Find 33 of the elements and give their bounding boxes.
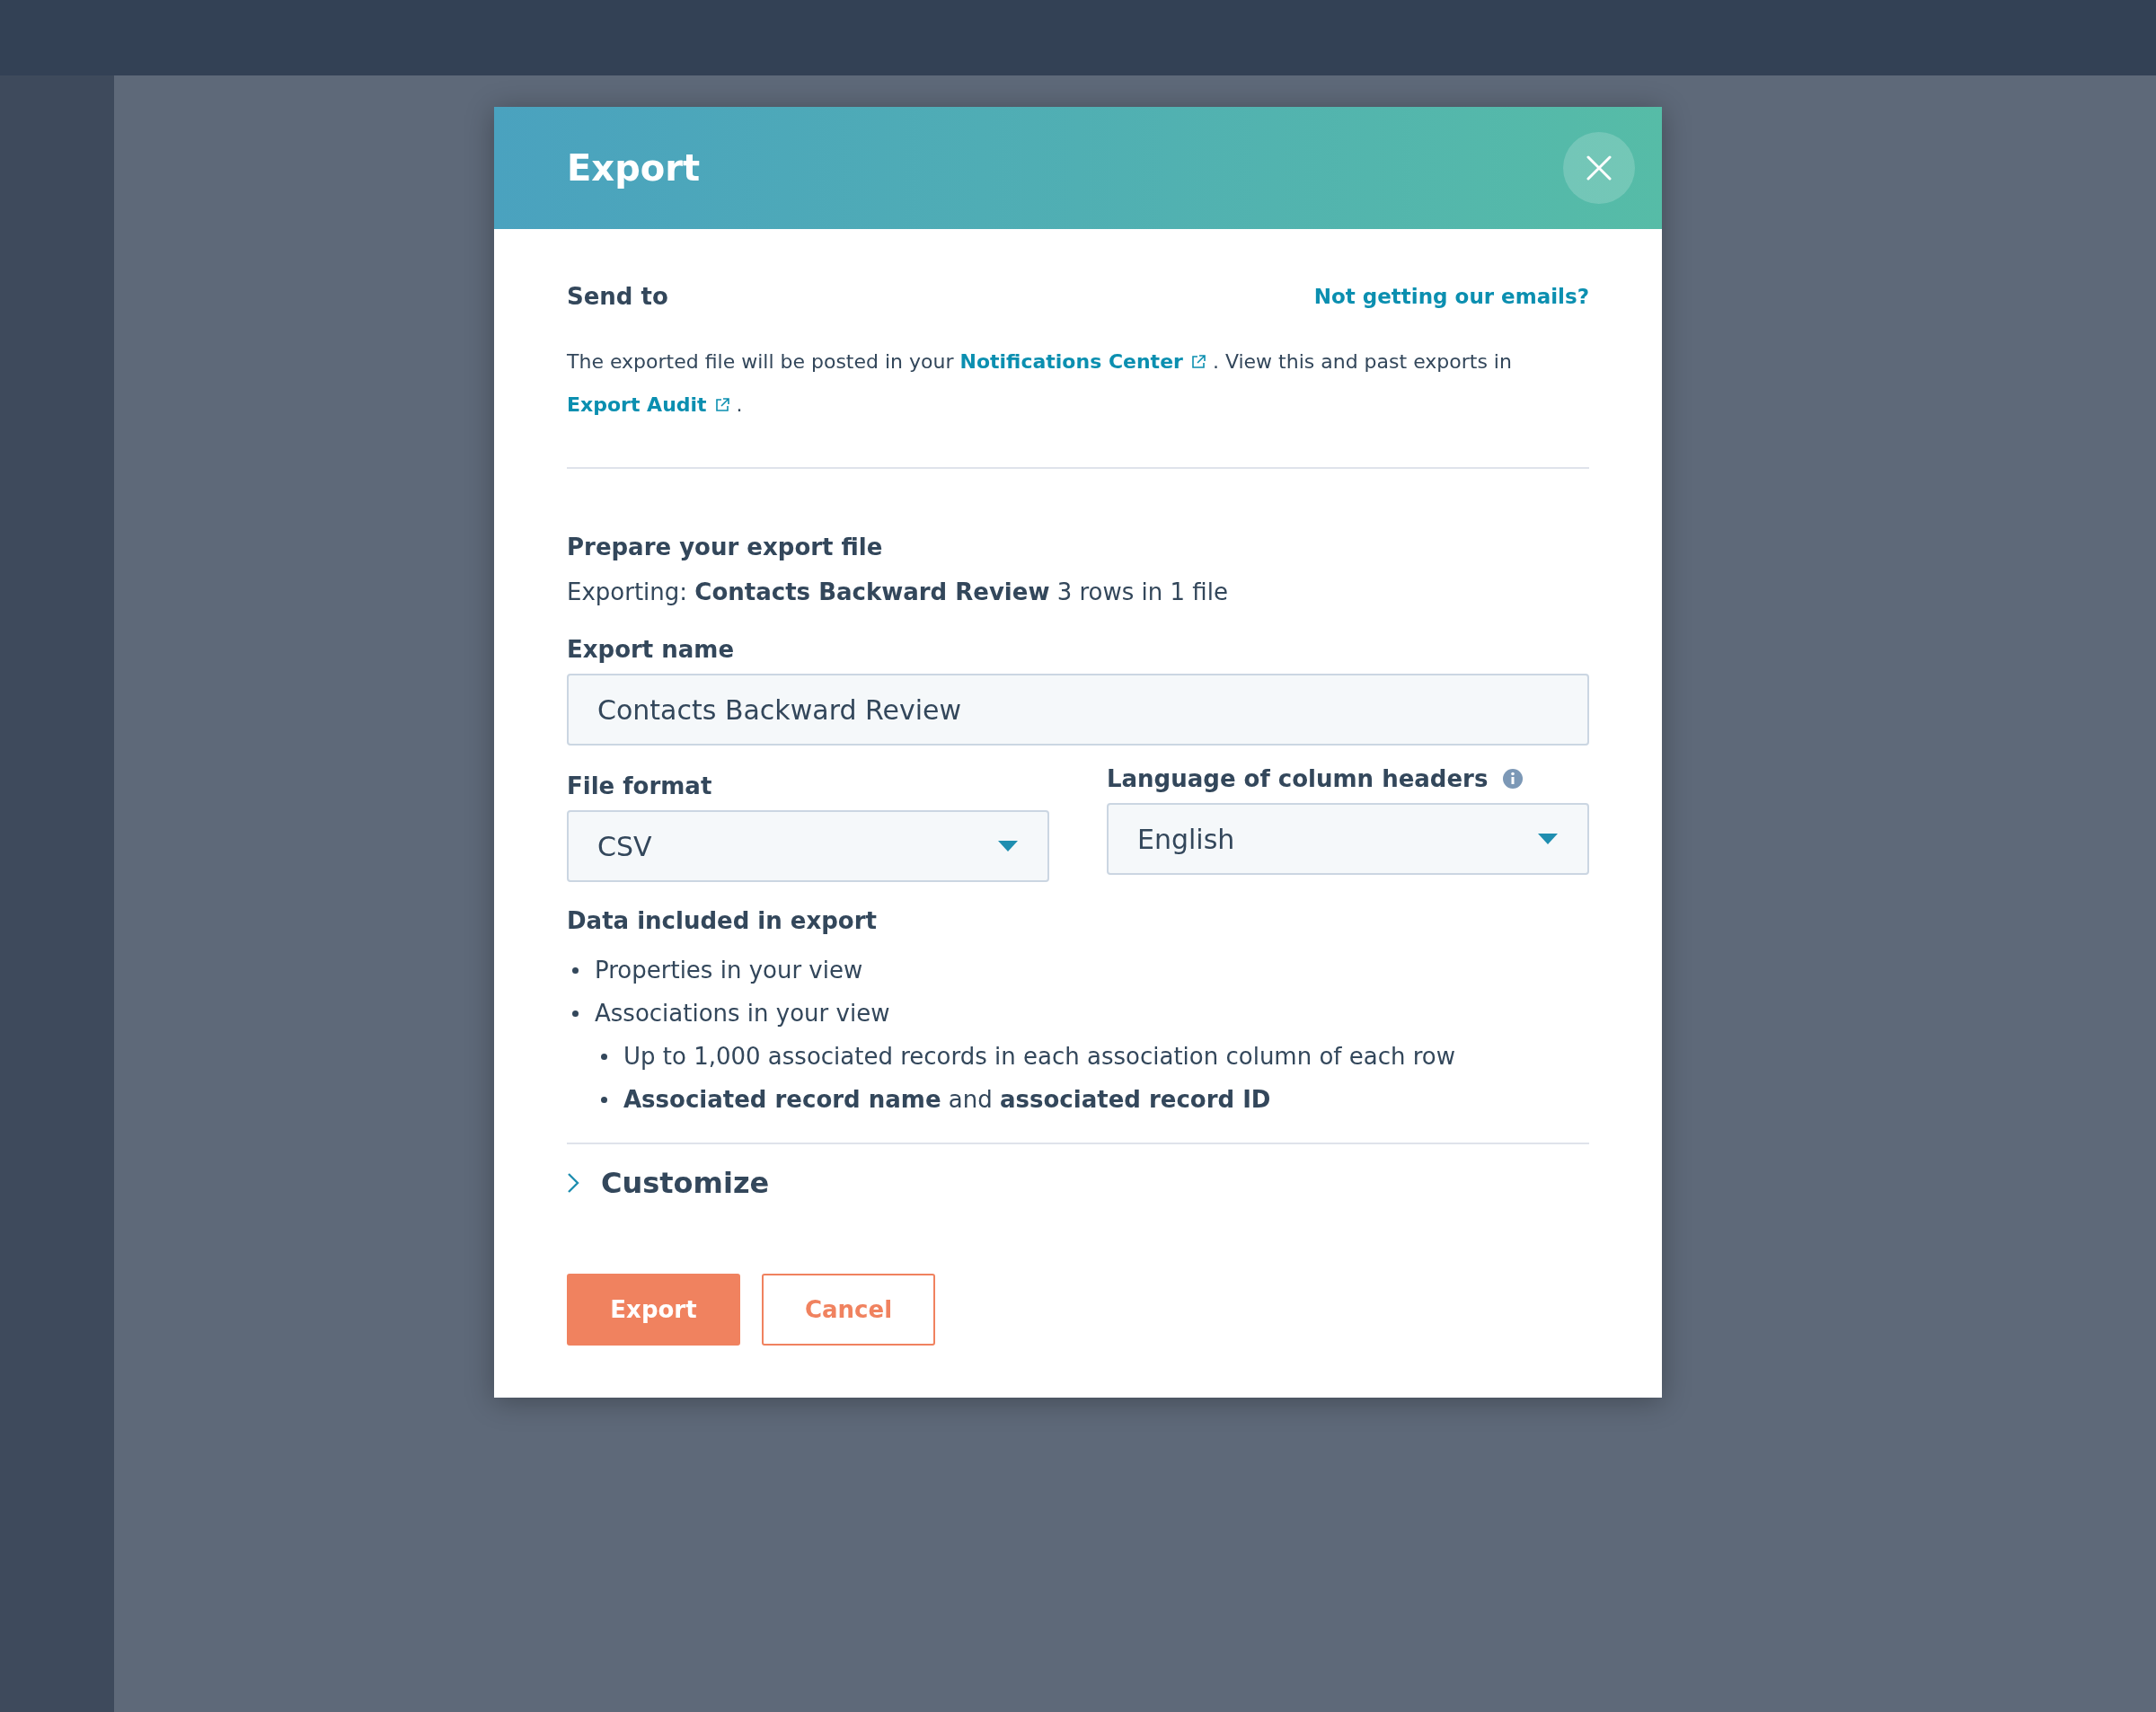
field-label: Language of column headers bbox=[1107, 765, 1489, 792]
export-name-field[interactable]: Contacts Backward Review bbox=[567, 674, 1589, 746]
section-heading: Prepare your export file bbox=[567, 534, 884, 560]
help-link[interactable]: Not getting our emails? bbox=[1313, 285, 1589, 308]
list-item: Associated record name and associated record ID bbox=[623, 1086, 1271, 1113]
chevron-icon bbox=[567, 1172, 579, 1194]
notification-link[interactable]: Notifications Center bbox=[959, 340, 1206, 384]
field-label: Export name bbox=[567, 636, 736, 663]
external-link-icon bbox=[713, 397, 730, 413]
caret-icon bbox=[997, 840, 1019, 852]
section-heading: Data included in export bbox=[567, 907, 878, 934]
dialog-title: Export bbox=[567, 147, 701, 189]
close-icon bbox=[1586, 154, 1613, 181]
bullet-icon bbox=[572, 966, 579, 974]
bullet-icon bbox=[601, 1053, 607, 1060]
list-item: Associations in your view bbox=[595, 1000, 890, 1027]
bullet-icon bbox=[601, 1096, 607, 1103]
field-label: File format bbox=[567, 772, 713, 799]
export-button[interactable]: Export bbox=[567, 1274, 740, 1346]
file-format-dropdown[interactable]: CSV bbox=[567, 810, 1049, 882]
cancel-button[interactable]: Cancel bbox=[762, 1274, 935, 1346]
customize-toggle[interactable]: Customize bbox=[567, 1144, 770, 1200]
list-item: Properties in your view bbox=[595, 957, 863, 984]
export-info-text: The exported file will be posted in your Notifications Center . View this and past exports in Export Audit . bbox=[567, 340, 1589, 427]
language-dropdown[interactable]: English bbox=[1107, 803, 1589, 875]
external-link-icon bbox=[1189, 354, 1206, 370]
section-heading: Send to bbox=[567, 283, 668, 310]
info-icon[interactable] bbox=[1502, 768, 1524, 790]
list-item: Up to 1,000 associated records in each association column of each row bbox=[623, 1043, 1455, 1070]
caret-icon bbox=[1537, 833, 1559, 845]
export-summary: Exporting: Contacts Backward Review 3 rows in 1 file bbox=[567, 578, 1229, 605]
notification-link[interactable]: Export Audit bbox=[567, 384, 730, 427]
bullet-icon bbox=[572, 1010, 579, 1017]
